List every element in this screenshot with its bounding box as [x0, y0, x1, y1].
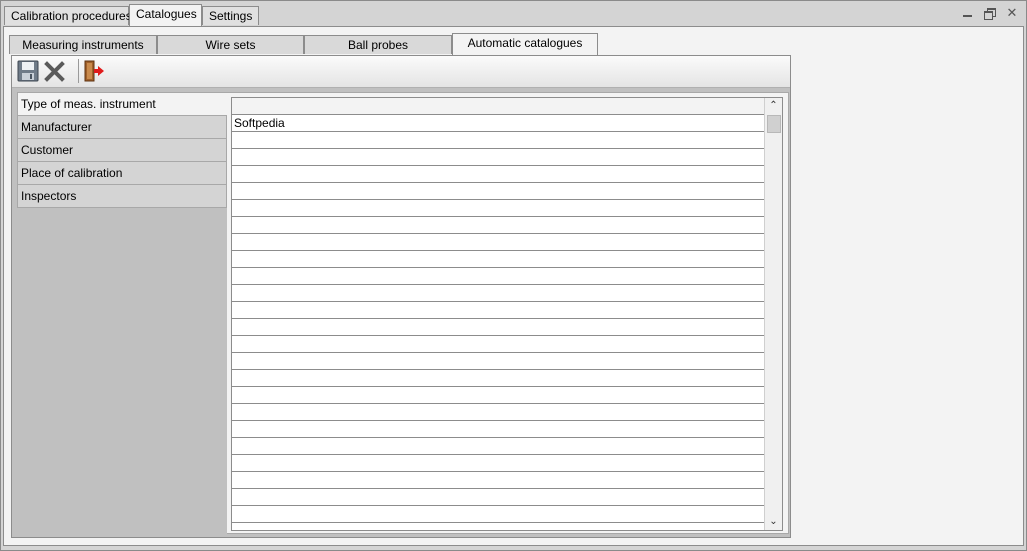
table-row[interactable]: [232, 489, 765, 506]
toolbar: [12, 56, 790, 88]
table-row[interactable]: [232, 336, 765, 353]
catalogue-item-type-of-meas-instrument[interactable]: Type of meas. instrument: [17, 92, 227, 116]
delete-icon: [44, 61, 65, 82]
table-row[interactable]: [232, 472, 765, 489]
window-controls: ✕: [962, 5, 1018, 21]
application-window: Calibration procedures Catalogues Settin…: [0, 0, 1027, 551]
save-icon: [17, 60, 39, 82]
table-row[interactable]: Softpedia: [232, 115, 765, 132]
tab-calibration-procedures[interactable]: Calibration procedures: [4, 6, 132, 25]
table-row[interactable]: [232, 523, 765, 530]
table-row[interactable]: [232, 438, 765, 455]
catalogue-item-customer[interactable]: Customer: [17, 139, 227, 162]
vertical-scrollbar[interactable]: ⌃ ⌄: [764, 98, 782, 530]
table-row[interactable]: [232, 302, 765, 319]
scroll-down-icon[interactable]: ⌄: [765, 514, 782, 530]
grid-rows: Softpedia: [232, 115, 765, 530]
tab-measuring-instruments[interactable]: Measuring instruments: [9, 35, 157, 54]
table-row[interactable]: [232, 200, 765, 217]
restore-icon[interactable]: [984, 7, 996, 20]
table-row[interactable]: [232, 166, 765, 183]
table-row[interactable]: [232, 353, 765, 370]
automatic-catalogues-content: Type of meas. instrument Manufacturer Cu…: [11, 55, 791, 538]
catalogue-item-manufacturer[interactable]: Manufacturer: [17, 116, 227, 139]
table-row[interactable]: [232, 319, 765, 336]
tab-wire-sets[interactable]: Wire sets: [157, 35, 304, 54]
table-row[interactable]: [232, 183, 765, 200]
table-row[interactable]: [232, 506, 765, 523]
exit-icon: [84, 60, 104, 82]
table-row[interactable]: [232, 421, 765, 438]
close-icon[interactable]: ✕: [1006, 6, 1018, 19]
scroll-thumb[interactable]: [767, 115, 781, 133]
catalogue-grid: Softpedia ⌃ ⌄: [231, 97, 783, 531]
table-row[interactable]: [232, 234, 765, 251]
table-row[interactable]: [232, 251, 765, 268]
tab-catalogues[interactable]: Catalogues: [129, 4, 202, 26]
tab-ball-probes[interactable]: Ball probes: [304, 35, 452, 54]
tab-settings[interactable]: Settings: [202, 6, 259, 25]
catalogue-item-inspectors[interactable]: Inspectors: [17, 185, 227, 208]
exit-button[interactable]: [82, 59, 106, 83]
save-button[interactable]: [16, 59, 40, 83]
table-row[interactable]: [232, 132, 765, 149]
table-row[interactable]: [232, 217, 765, 234]
table-row[interactable]: [232, 455, 765, 472]
grid-header: [232, 98, 765, 115]
table-row[interactable]: [232, 268, 765, 285]
table-row[interactable]: [232, 285, 765, 302]
minimize-icon[interactable]: [962, 7, 974, 19]
catalogue-list: Type of meas. instrument Manufacturer Cu…: [17, 92, 227, 208]
catalogues-panel: Measuring instruments Wire sets Ball pro…: [3, 26, 1024, 546]
catalogue-item-place-of-calibration[interactable]: Place of calibration: [17, 162, 227, 185]
table-row[interactable]: [232, 370, 765, 387]
delete-button[interactable]: [43, 59, 67, 83]
tab-automatic-catalogues[interactable]: Automatic catalogues: [452, 33, 598, 55]
catalogue-editor: Softpedia ⌃ ⌄: [227, 92, 789, 534]
toolbar-separator: [78, 59, 79, 83]
table-row[interactable]: [232, 404, 765, 421]
table-row[interactable]: [232, 387, 765, 404]
scroll-up-icon[interactable]: ⌃: [765, 98, 782, 114]
table-row[interactable]: [232, 149, 765, 166]
